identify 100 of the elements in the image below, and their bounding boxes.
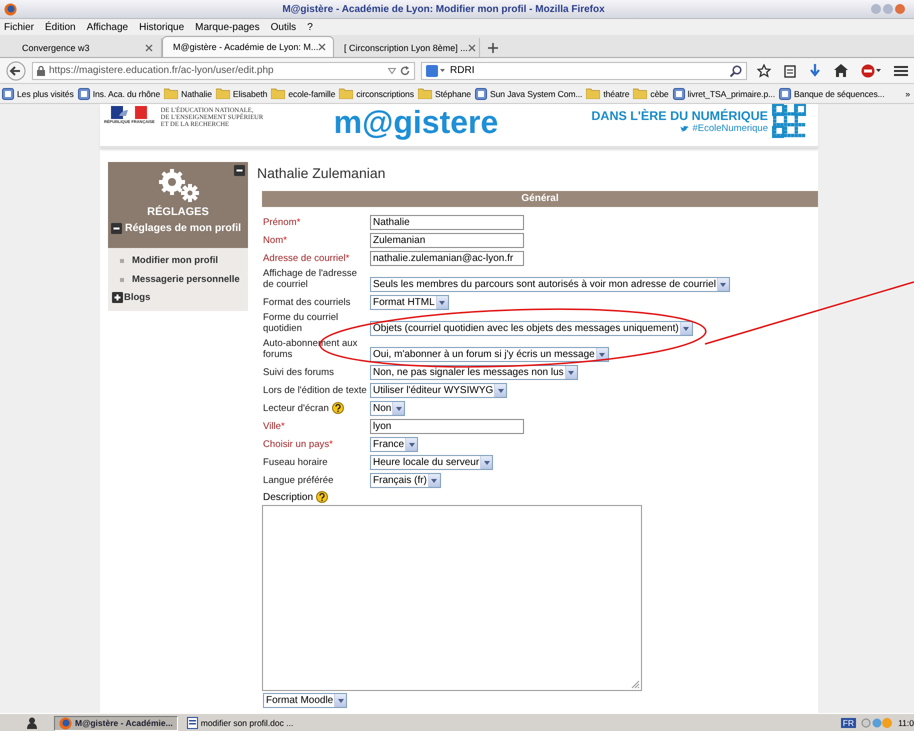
menu-item[interactable]: ? xyxy=(307,22,313,32)
text-field[interactable]: nathalie.zulemanian@ac-lyon.fr xyxy=(370,251,524,266)
bookmark-item[interactable]: Nathalie xyxy=(181,88,212,98)
minus-icon[interactable] xyxy=(111,222,122,234)
close-icon[interactable] xyxy=(468,44,476,52)
dropdown[interactable]: Non xyxy=(370,401,406,416)
description-field[interactable] xyxy=(262,505,642,691)
caret-icon[interactable] xyxy=(388,68,396,74)
folder-icon xyxy=(216,88,230,99)
browser-tab[interactable]: M@gistère - Académie de Lyon: M... xyxy=(162,36,334,57)
folder-icon xyxy=(633,88,648,99)
text-field[interactable]: Nathalie xyxy=(370,215,524,230)
help-icon[interactable] xyxy=(316,491,328,503)
taskbar-label: modifier son profil.doc ... xyxy=(200,718,294,728)
sidebar-item[interactable]: Modifier mon profil xyxy=(132,255,218,266)
hashtag-text: #EcoleNumerique xyxy=(692,123,768,134)
menu-item[interactable]: Édition xyxy=(45,22,76,32)
bookmark-item[interactable]: Les plus visités xyxy=(17,88,74,98)
taskbar-button[interactable]: modifier son profil.doc ... xyxy=(182,716,298,730)
field-label: Format des courriels xyxy=(263,297,350,308)
menu-item[interactable]: Outils xyxy=(270,22,296,32)
search-field[interactable]: RDRI xyxy=(421,62,747,80)
clipboard-icon[interactable] xyxy=(784,64,796,78)
menu-item[interactable]: Marque-pages xyxy=(195,22,260,32)
menu-icon[interactable] xyxy=(894,64,908,76)
caret-icon xyxy=(720,282,726,286)
taskbar-button[interactable]: M@gistère - Académie... xyxy=(54,716,178,730)
menu-item[interactable]: Fichier xyxy=(4,22,34,32)
plus-icon[interactable] xyxy=(112,292,123,303)
search-icon[interactable] xyxy=(730,64,742,76)
bookmark-item[interactable]: circonscriptions xyxy=(356,88,414,98)
back-button[interactable] xyxy=(6,60,26,80)
field-label: Fuseau horaire xyxy=(263,457,328,468)
bookmarks-overflow-button[interactable]: » xyxy=(905,88,912,98)
browser-logo-icon xyxy=(4,2,17,16)
dropdown[interactable]: Utiliser l'éditeur WYSIWYG xyxy=(370,383,508,398)
browser-icon xyxy=(59,716,72,730)
help-icon[interactable] xyxy=(332,402,344,414)
format-dropdown[interactable]: Format Moodle xyxy=(263,693,348,708)
window-title: M@gistère - Académie de Lyon: Modifier mon profil - Mozilla Firefox xyxy=(281,4,606,14)
sidebar-section-title[interactable]: Réglages de mon profil xyxy=(125,222,242,234)
clock: 11:0 xyxy=(898,718,914,728)
dropdown[interactable]: Français (fr) xyxy=(370,473,441,488)
address-bar[interactable]: https://magistere.education.fr/ac-lyon/user/edit.php xyxy=(32,62,416,80)
bookmark-item[interactable]: livret_TSA_primaire.p... xyxy=(688,88,776,98)
bookmark-item[interactable]: Banque de séquences... xyxy=(794,88,885,98)
dropdown[interactable]: France xyxy=(370,437,418,452)
home-icon[interactable] xyxy=(834,64,848,77)
profile-name: Nathalie Zulemanian xyxy=(257,165,386,181)
sidebar-item[interactable]: Blogs xyxy=(124,292,150,303)
bullet-icon xyxy=(120,258,124,262)
caret-icon xyxy=(498,388,504,392)
menu-item[interactable]: Affichage xyxy=(86,22,128,32)
field-label: Suivi des forums xyxy=(263,367,334,378)
reload-icon[interactable] xyxy=(400,66,410,76)
resize-grip-icon[interactable] xyxy=(631,680,640,689)
site-icon xyxy=(672,88,685,100)
bookmark-star-icon[interactable] xyxy=(757,64,771,78)
dropdown[interactable]: Heure locale du serveur xyxy=(370,455,494,470)
bookmark-item[interactable]: Sun Java System Com... xyxy=(490,88,582,98)
dropdown[interactable]: Format HTML xyxy=(370,295,449,310)
dropdown[interactable]: Objets (courriel quotidien avec les objets des messages uniquement) xyxy=(370,321,693,336)
site-icon xyxy=(474,88,487,100)
text-field[interactable]: lyon xyxy=(370,419,524,434)
bookmark-item[interactable]: cèbe xyxy=(650,88,669,98)
caret-icon xyxy=(431,478,438,482)
search-engine-icon[interactable] xyxy=(426,64,446,76)
slogan: DANS L'ÈRE DU NUMÉRIQUE xyxy=(591,109,768,123)
bookmark-item[interactable]: Stéphane xyxy=(434,88,471,98)
caret-icon xyxy=(683,326,690,330)
field-label: Forme du courriel quotidien xyxy=(263,312,340,334)
dropdown[interactable]: Seuls les membres du parcours sont autorisés à voir mon adresse de courriel xyxy=(370,277,730,292)
settings-title: RÉGLAGES xyxy=(147,206,209,218)
sidebar-item[interactable]: Messagerie personnelle xyxy=(132,274,240,285)
site-icon xyxy=(2,88,14,100)
gears-icon xyxy=(156,168,200,202)
language-indicator[interactable]: FR xyxy=(840,718,856,728)
required-mark: * xyxy=(346,253,350,264)
bookmark-item[interactable]: ecole-famille xyxy=(288,88,336,98)
new-tab-icon[interactable] xyxy=(488,43,498,53)
field-label: Langue préférée xyxy=(263,475,334,486)
folder-icon xyxy=(339,88,354,99)
minus-icon[interactable] xyxy=(234,165,245,176)
download-icon[interactable] xyxy=(809,64,821,78)
bookmark-item[interactable]: théatre xyxy=(603,88,630,98)
user-figure-icon[interactable] xyxy=(26,717,38,729)
search-text: RDRI xyxy=(450,65,476,76)
dropdown[interactable]: Non, ne pas signaler les messages non lus xyxy=(370,365,578,380)
extension-icon[interactable] xyxy=(861,64,881,78)
close-icon[interactable] xyxy=(145,44,153,52)
folder-icon xyxy=(418,88,432,99)
url-text: https://magistere.education.fr/ac-lyon/user/edit.php xyxy=(49,65,275,76)
menu-item[interactable]: Historique xyxy=(139,22,184,32)
bookmark-item[interactable]: Ins. Aca. du rhône xyxy=(92,88,160,98)
field-label: Description xyxy=(263,492,314,502)
taskbar-label: M@gistère - Académie... xyxy=(75,718,173,728)
bookmark-item[interactable]: Elisabeth xyxy=(232,88,268,98)
text-field[interactable]: Zulemanian xyxy=(370,233,524,248)
dropdown[interactable]: Oui, m'abonner à un forum si j'y écris un message xyxy=(370,347,609,362)
close-icon[interactable] xyxy=(318,43,326,51)
